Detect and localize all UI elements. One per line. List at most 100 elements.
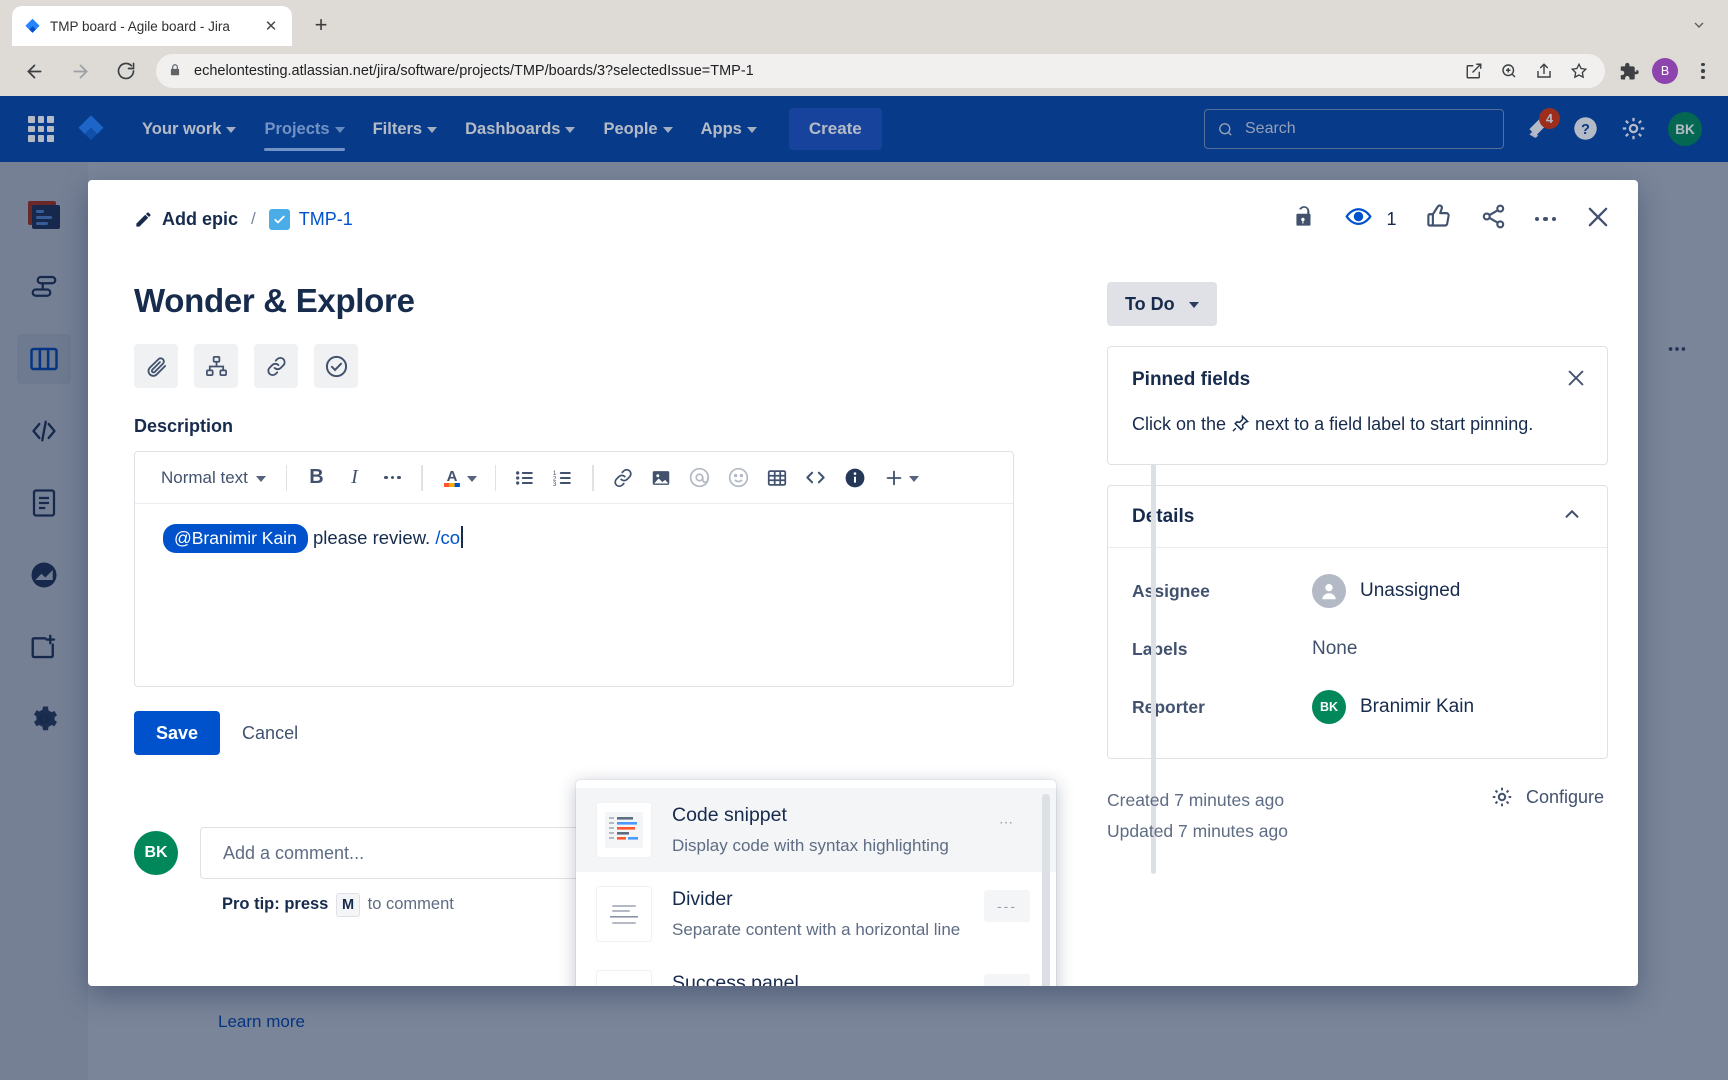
close-icon[interactable] <box>1565 367 1587 394</box>
attach-icon[interactable] <box>134 344 178 388</box>
slash-item-divider[interactable]: Divider Separate content with a horizont… <box>576 872 1056 956</box>
like-icon[interactable] <box>1425 203 1452 235</box>
reporter-avatar: BK <box>1312 690 1346 724</box>
breadcrumb-separator: / <box>251 209 256 229</box>
slash-item-code-snippet[interactable]: Code snippet Display code with syntax hi… <box>576 788 1056 872</box>
numbered-list-icon[interactable]: 1 2 3 <box>546 461 580 495</box>
child-issue-icon[interactable] <box>194 344 238 388</box>
updated-time: Updated 7 minutes ago <box>1107 816 1608 847</box>
bookmark-star-icon[interactable] <box>1570 62 1589 81</box>
insert-more-icon[interactable] <box>877 461 925 495</box>
assignee-name: Unassigned <box>1360 580 1460 602</box>
details-header[interactable]: Details <box>1108 486 1607 548</box>
detail-label: Reporter <box>1132 697 1312 718</box>
slash-command-query: /co <box>435 527 460 548</box>
table-icon[interactable] <box>760 461 794 495</box>
add-checkbox-icon[interactable] <box>314 344 358 388</box>
status-dropdown[interactable]: To Do <box>1107 282 1217 326</box>
code-icon[interactable] <box>798 461 833 495</box>
italic-button[interactable]: I <box>337 461 371 495</box>
keyboard-key-m: M <box>336 893 360 917</box>
close-icon[interactable] <box>1584 203 1612 236</box>
share-icon[interactable] <box>1480 203 1507 235</box>
browser-tab[interactable]: TMP board - Agile board - Jira ✕ <box>12 6 292 46</box>
forward-button[interactable] <box>60 51 100 91</box>
description-editor[interactable]: Normal text B I <box>134 451 1014 687</box>
configure-label: Configure <box>1526 787 1604 808</box>
watch-icon[interactable] <box>1345 203 1372 235</box>
slash-item-desc: Display code with syntax highlighting <box>672 835 964 858</box>
labels-value: None <box>1312 638 1357 660</box>
detail-row-assignee[interactable]: Assignee Unassigned <box>1132 562 1583 620</box>
more-formatting-icon[interactable] <box>375 461 409 495</box>
unlock-icon[interactable] <box>1291 204 1317 235</box>
slash-menu-scrollbar[interactable] <box>1042 794 1050 986</box>
slash-item-badge: ⋯ <box>984 806 1030 838</box>
pinned-help-before: Click on the <box>1132 414 1231 434</box>
tab-close-icon[interactable]: ✕ <box>262 17 280 35</box>
chevron-down-icon <box>909 476 919 482</box>
detail-row-reporter[interactable]: Reporter BK Branimir Kain <box>1132 678 1583 736</box>
info-panel-icon[interactable] <box>837 461 873 495</box>
browser-profile-avatar[interactable]: B <box>1652 58 1678 84</box>
modal-header: Add epic / TMP-1 <box>88 180 1638 258</box>
chevron-down-icon <box>256 476 266 482</box>
add-epic-button[interactable]: Add epic <box>134 209 238 230</box>
gear-icon <box>1490 785 1514 809</box>
slash-item-badge: --- <box>984 890 1030 922</box>
lock-icon <box>168 63 184 79</box>
pro-tip-suffix: to comment <box>363 895 454 913</box>
insert-link-icon[interactable] <box>606 461 640 495</box>
pinned-fields-title: Pinned fields <box>1132 369 1583 391</box>
status-label: To Do <box>1125 294 1175 315</box>
watch-count: 1 <box>1386 209 1396 230</box>
cancel-button[interactable]: Cancel <box>242 723 298 744</box>
emoji-icon[interactable] <box>721 461 756 495</box>
url-text: echelontesting.atlassian.net/jira/softwa… <box>194 63 1455 79</box>
slash-command-menu[interactable]: Code snippet Display code with syntax hi… <box>576 780 1056 986</box>
quick-add-actions <box>134 344 1063 388</box>
mention-chip[interactable]: @Branimir Kain <box>163 524 308 553</box>
breadcrumb-issue-link[interactable]: TMP-1 <box>269 209 353 230</box>
back-button[interactable] <box>14 51 54 91</box>
share-icon[interactable] <box>1535 62 1554 81</box>
text-caret <box>461 526 463 548</box>
bold-button[interactable]: B <box>299 461 333 495</box>
detail-row-labels[interactable]: Labels None <box>1132 620 1583 678</box>
modal-scrim-top <box>0 96 1728 162</box>
svg-text:A: A <box>447 468 458 485</box>
code-snippet-icon <box>596 802 652 858</box>
reporter-name: Branimir Kain <box>1360 696 1474 718</box>
link-icon[interactable] <box>254 344 298 388</box>
pro-tip-prefix: Pro tip: press <box>222 895 333 913</box>
comment-avatar: BK <box>134 831 178 875</box>
jira-favicon-icon <box>24 18 41 35</box>
new-tab-button[interactable]: + <box>306 10 336 40</box>
insert-image-icon[interactable] <box>644 461 678 495</box>
text-style-dropdown[interactable]: Normal text <box>153 468 274 488</box>
description-text-line: @Branimir Kain please review. /co <box>163 524 985 552</box>
open-in-new-icon[interactable] <box>1465 62 1484 81</box>
browser-menu-icon[interactable] <box>1692 63 1714 80</box>
slash-item-success-panel[interactable]: Success panel Add tips in a colored pane… <box>576 956 1056 986</box>
breadcrumb: Add epic / TMP-1 <box>134 209 353 230</box>
save-button[interactable]: Save <box>134 711 220 755</box>
detail-value: BK Branimir Kain <box>1312 690 1474 724</box>
mention-icon[interactable] <box>682 461 717 495</box>
address-bar[interactable]: echelontesting.atlassian.net/jira/softwa… <box>156 54 1605 88</box>
chevron-up-icon[interactable] <box>1561 503 1583 530</box>
zoom-icon[interactable] <box>1500 62 1519 81</box>
bullet-list-icon[interactable] <box>508 461 542 495</box>
issue-meta: Created 7 minutes ago Updated 7 minutes … <box>1107 785 1608 846</box>
chevron-down-icon[interactable] <box>1686 12 1712 38</box>
pinned-help-after: next to a field label to start pinning. <box>1250 414 1533 434</box>
tab-strip: TMP board - Agile board - Jira ✕ + <box>0 0 1728 46</box>
configure-button[interactable]: Configure <box>1490 785 1604 809</box>
text-color-icon[interactable]: A <box>435 461 483 495</box>
description-input[interactable]: @Branimir Kain please review. /co <box>135 504 1013 686</box>
issue-title[interactable]: Wonder & Explore <box>134 282 1063 320</box>
extensions-icon[interactable] <box>1619 62 1638 81</box>
reload-button[interactable] <box>106 51 146 91</box>
slash-item-name: Code snippet <box>672 804 964 827</box>
more-actions-icon[interactable] <box>1535 217 1557 222</box>
